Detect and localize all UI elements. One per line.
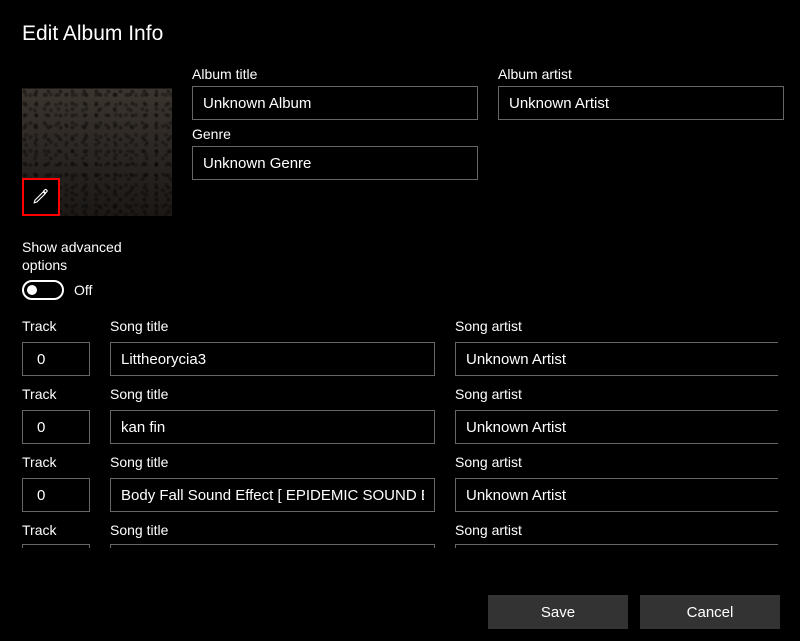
- song-artist-input[interactable]: [455, 544, 778, 548]
- song-artist-input[interactable]: [455, 342, 778, 376]
- song-title-label: Song title: [110, 454, 435, 470]
- track-number-input[interactable]: [22, 342, 90, 376]
- song-title-input[interactable]: [110, 342, 435, 376]
- track-number-input[interactable]: [22, 410, 90, 444]
- track-label: Track: [22, 454, 90, 470]
- advanced-toggle[interactable]: [22, 280, 64, 300]
- track-label: Track: [22, 522, 90, 538]
- album-title-input[interactable]: [192, 86, 478, 120]
- album-artist-input[interactable]: [498, 86, 784, 120]
- song-title-label: Song title: [110, 318, 435, 334]
- track-row: Track Song title Song artist: [22, 454, 778, 512]
- toggle-knob: [27, 285, 37, 295]
- song-title-input[interactable]: [110, 544, 435, 548]
- song-artist-label: Song artist: [455, 454, 778, 470]
- track-number-input[interactable]: [22, 478, 90, 512]
- song-artist-input[interactable]: [455, 478, 778, 512]
- song-artist-input[interactable]: [455, 410, 778, 444]
- song-artist-label: Song artist: [455, 386, 778, 402]
- cancel-button[interactable]: Cancel: [640, 595, 780, 629]
- save-button[interactable]: Save: [488, 595, 628, 629]
- track-label: Track: [22, 318, 90, 334]
- song-title-label: Song title: [110, 522, 435, 538]
- track-row: Track Song title Song artist: [22, 522, 778, 548]
- album-art: [22, 66, 172, 216]
- track-list: Track Song title Song artist Track Song …: [22, 318, 778, 548]
- edit-album-art-button[interactable]: [22, 178, 60, 216]
- song-title-label: Song title: [110, 386, 435, 402]
- song-artist-label: Song artist: [455, 318, 778, 334]
- album-artist-label: Album artist: [498, 66, 784, 82]
- pencil-icon: [32, 187, 50, 208]
- song-title-input[interactable]: [110, 410, 435, 444]
- track-row: Track Song title Song artist: [22, 318, 778, 376]
- genre-input[interactable]: [192, 146, 478, 180]
- track-row: Track Song title Song artist: [22, 386, 778, 444]
- advanced-options-label: Show advanced options: [22, 238, 152, 274]
- track-label: Track: [22, 386, 90, 402]
- song-artist-label: Song artist: [455, 522, 778, 538]
- genre-label: Genre: [192, 126, 478, 142]
- dialog-title: Edit Album Info: [22, 22, 778, 46]
- album-title-label: Album title: [192, 66, 478, 82]
- track-number-input[interactable]: [22, 544, 90, 548]
- song-title-input[interactable]: [110, 478, 435, 512]
- advanced-toggle-state: Off: [74, 282, 92, 298]
